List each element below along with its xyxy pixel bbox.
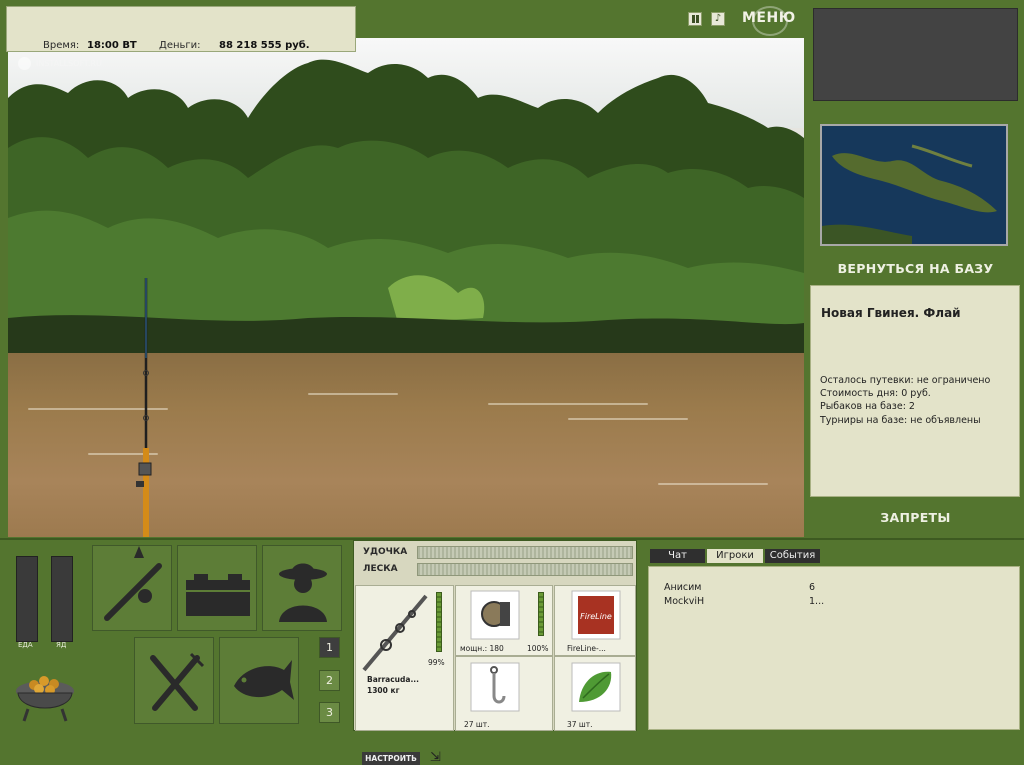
line-spool-image: FireLine xyxy=(571,590,621,640)
tab-players[interactable]: Игроки xyxy=(707,549,763,563)
hook-slot[interactable]: 27 шт. xyxy=(455,656,553,731)
location-title: Новая Гвинея. Флай xyxy=(821,306,961,320)
rod-icon xyxy=(104,546,162,621)
time-value: 18:00 ВТ xyxy=(87,40,137,51)
line-slot[interactable]: FireLine FireLine-... xyxy=(554,585,636,656)
toolbox-icon xyxy=(186,574,250,616)
speaker-icon[interactable]: ♪ xyxy=(711,12,725,26)
rod-weight: 1300 кг xyxy=(367,686,400,695)
menu-button[interactable]: МЕНЮ xyxy=(742,6,796,36)
tab-events[interactable]: События xyxy=(765,549,820,563)
players-list: Анисим 6 MockviH 1... xyxy=(648,566,1020,730)
line-name: FireLine-... xyxy=(567,644,606,653)
reel-power: мощн.: 180 xyxy=(460,644,504,653)
rod-slot[interactable]: 99% Barracuda... 1300 кг НАСТРОИТЬ ⇲ xyxy=(355,585,454,765)
bait-slot[interactable]: 37 шт. xyxy=(554,656,636,731)
license-remaining: Осталось путевки: не ограничено xyxy=(820,375,991,386)
setup-button[interactable]: НАСТРОИТЬ xyxy=(362,752,420,765)
tackle-box-button[interactable] xyxy=(177,545,257,631)
player-name[interactable]: Анисим xyxy=(664,582,701,593)
rod-condition: 99% xyxy=(428,658,445,667)
bait-image xyxy=(571,662,621,712)
hook-image xyxy=(470,662,520,712)
watermark-icon xyxy=(18,57,31,70)
rod-condition-gauge xyxy=(436,592,442,652)
reel-image xyxy=(470,590,520,640)
eat-button[interactable] xyxy=(134,637,214,724)
tournaments-status: Турниры на базе: не объявлены xyxy=(820,415,981,426)
fish-icon xyxy=(234,660,294,700)
day-cost: Стоимость дня: 0 руб. xyxy=(820,388,931,399)
rod-name: Barracuda... xyxy=(367,675,419,684)
expand-arrow-icon[interactable]: ⇲ xyxy=(430,750,441,765)
food-bar xyxy=(16,556,38,642)
player-value: 1... xyxy=(809,596,825,607)
equipment-panel: УДОЧКА ЛЕСКА 99% Barracuda... 1300 кг НА… xyxy=(353,540,637,765)
map-image xyxy=(822,126,1006,244)
money-value: 88 218 555 руб. xyxy=(219,40,310,51)
status-info-panel: Время: 18:00 ВТ Деньги: 88 218 555 руб. xyxy=(6,6,356,52)
rod-tension-meter xyxy=(417,546,633,559)
return-to-base-button[interactable]: ВЕРНУТЬСЯ НА БАЗУ xyxy=(813,261,1018,276)
jungle-forest xyxy=(8,59,804,368)
food-pot-icon[interactable] xyxy=(14,659,76,723)
character-button[interactable] xyxy=(262,545,342,631)
time-label: Время: xyxy=(43,40,80,51)
rod-image xyxy=(362,594,428,672)
watermark: INSTALLSOFT.RU xyxy=(18,57,102,70)
fork-knife-icon xyxy=(150,652,205,711)
fishing-rod[interactable] xyxy=(136,278,156,537)
location-info-panel: Новая Гвинея. Флай Осталось путевки: не … xyxy=(810,285,1020,497)
location-map[interactable] xyxy=(820,124,1008,246)
page-button-3[interactable]: 3 xyxy=(319,702,340,723)
river-water[interactable] xyxy=(8,353,804,537)
fisherman-icon xyxy=(279,563,327,622)
tab-chat[interactable]: Чат xyxy=(650,549,705,563)
player-name[interactable]: MockviH xyxy=(664,596,704,607)
bait-count: 37 шт. xyxy=(567,720,593,729)
line-meter-label: ЛЕСКА xyxy=(363,564,398,574)
anglers-count: Рыбаков на базе: 2 xyxy=(820,401,915,412)
pause-button[interactable] xyxy=(688,12,702,26)
money-label: Деньги: xyxy=(159,40,201,51)
page-button-1[interactable]: 1 xyxy=(319,637,340,658)
fish-cage-button[interactable] xyxy=(219,637,299,724)
poison-label: ЯД xyxy=(56,641,67,649)
rod-meter-label: УДОЧКА xyxy=(363,547,408,557)
line-tension-meter xyxy=(417,563,633,576)
player-value: 6 xyxy=(809,582,816,593)
poison-bar xyxy=(51,556,73,642)
reel-slot[interactable]: мощн.: 180 100% xyxy=(455,585,553,656)
hooks-count: 27 шт. xyxy=(464,720,490,729)
tackle-button[interactable] xyxy=(92,545,172,631)
reel-condition: 100% xyxy=(527,644,549,653)
food-label: ЕДА xyxy=(18,641,33,649)
preview-screen xyxy=(813,8,1018,101)
svg-text:FireLine: FireLine xyxy=(580,612,612,621)
reel-condition-gauge xyxy=(538,592,544,636)
bans-button[interactable]: ЗАПРЕТЫ xyxy=(813,510,1018,525)
fishing-scene[interactable] xyxy=(8,38,804,537)
page-button-2[interactable]: 2 xyxy=(319,670,340,691)
